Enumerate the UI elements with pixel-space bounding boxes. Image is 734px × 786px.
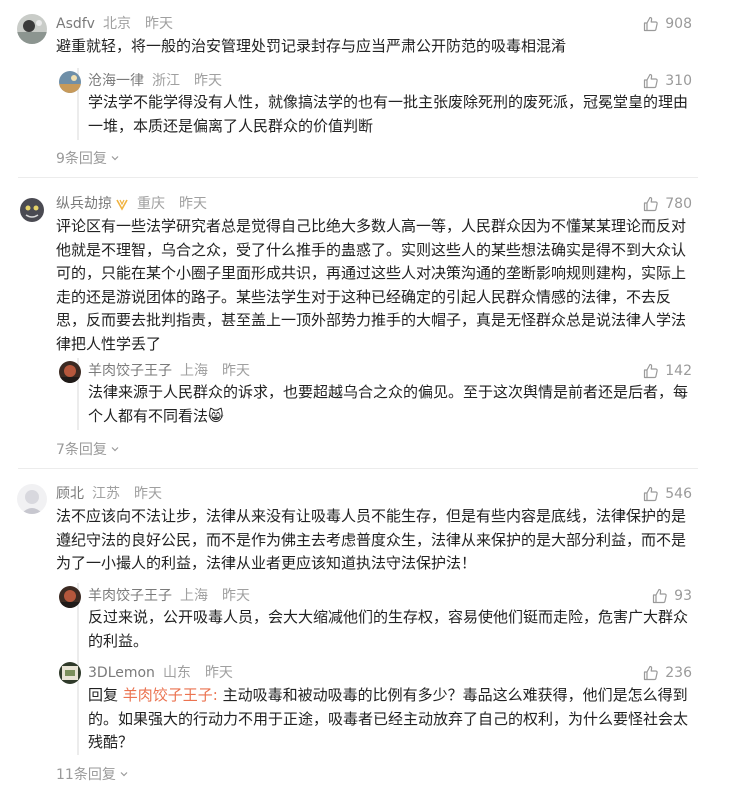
divider [18, 177, 698, 178]
avatar-image [17, 484, 47, 514]
avatar[interactable] [59, 71, 81, 93]
view-replies-link[interactable]: 9条回复 [56, 148, 120, 168]
comments-panel: Asdfv 北京 昨天 908 避重就轻，将一般的治安管理处罚记录封存与应当严肃… [0, 0, 734, 786]
username[interactable]: 沧海一律 [88, 72, 144, 90]
comment-meta: 顾北 江苏 昨天 [56, 485, 162, 503]
avatar-image [59, 586, 81, 608]
reply-meta: 羊肉饺子王子 上海 昨天 [88, 587, 250, 605]
mention-link[interactable]: 羊肉饺子王子: [123, 686, 218, 704]
username[interactable]: 3DLemon [88, 664, 155, 682]
timestamp: 昨天 [222, 363, 250, 379]
thumbs-up-icon [644, 486, 659, 502]
like-button[interactable]: 93 [652, 587, 692, 605]
like-count: 546 [665, 486, 692, 502]
location: 北京 [102, 16, 131, 32]
username[interactable]: 羊肉饺子王子 [88, 362, 172, 380]
reply-count: 9条回复 [56, 151, 107, 167]
thumbs-up-icon [644, 73, 659, 89]
like-count: 142 [665, 363, 692, 379]
like-count: 908 [665, 16, 692, 32]
divider [18, 468, 698, 469]
view-replies-link[interactable]: 7条回复 [56, 439, 120, 459]
thumbs-up-icon [653, 588, 667, 604]
avatar[interactable] [17, 484, 47, 514]
avatar-image [59, 662, 81, 684]
username[interactable]: 纵兵劫掠 [56, 195, 112, 213]
avatar[interactable] [17, 194, 47, 224]
avatar[interactable] [59, 586, 81, 608]
like-button[interactable]: 310 [643, 72, 692, 90]
reply-text: 回复 羊肉饺子王子: 主动吸毒和被动吸毒的比例有多少？毒品这么难获得，他们是怎么… [88, 684, 698, 755]
thumbs-up-icon [644, 16, 659, 32]
avatar-image [59, 361, 81, 383]
comment-text: 评论区有一些法学研究者总是觉得自己比绝大多数人高一等，人民群众因为不懂某某理论而… [56, 217, 687, 353]
avatar[interactable] [59, 662, 81, 684]
timestamp: 昨天 [134, 486, 162, 502]
view-replies-link[interactable]: 11条回复 [56, 764, 129, 784]
chevron-down-icon [111, 447, 119, 452]
avatar-image [17, 14, 47, 44]
comment-meta: Asdfv 北京 昨天 [56, 15, 173, 33]
username[interactable]: 羊肉饺子王子 [88, 587, 172, 605]
reply-meta: 3DLemon 山东 昨天 [88, 664, 233, 682]
avatar[interactable] [17, 14, 47, 44]
timestamp: 昨天 [222, 588, 250, 604]
like-count: 93 [674, 588, 692, 604]
username[interactable]: 顾北 [56, 485, 84, 503]
avatar[interactable] [59, 361, 81, 383]
location: 上海 [180, 363, 208, 379]
location: 浙江 [152, 73, 180, 89]
like-button[interactable]: 142 [643, 362, 692, 380]
reply-count: 11条回复 [56, 767, 116, 783]
reply-prefix: 回复 [88, 686, 123, 704]
thumbs-up-icon [644, 665, 659, 681]
reply-text: 法律来源于人民群众的诉求，也要超越乌合之众的偏见。至于这次舆情是前者还是后者，每… [88, 383, 689, 425]
timestamp: 昨天 [194, 73, 222, 89]
timestamp: 昨天 [179, 196, 207, 212]
reply-meta: 沧海一律 浙江 昨天 [88, 72, 222, 90]
reply-count: 7条回复 [56, 442, 107, 458]
avatar-image [17, 194, 47, 224]
like-button[interactable]: 236 [643, 664, 692, 682]
like-button[interactable]: 546 [643, 485, 692, 503]
comment-meta: 纵兵劫掠 重庆 昨天 [56, 195, 207, 213]
location: 山东 [162, 665, 191, 681]
avatar-image [59, 71, 81, 93]
comment-text: 避重就轻，将一般的治安管理处罚记录封存与应当严肃公开防范的吸毒相混淆 [56, 37, 567, 55]
thumbs-up-icon [644, 363, 659, 379]
timestamp: 昨天 [204, 665, 233, 681]
like-count: 310 [665, 73, 692, 89]
reply-text: 学法学不能学得没有人性，就像搞法学的也有一批主张废除死刑的废死派，冠冕堂皇的理由… [88, 93, 689, 135]
reply-meta: 羊肉饺子王子 上海 昨天 [88, 362, 250, 380]
chevron-down-icon [111, 156, 119, 161]
location: 上海 [180, 588, 208, 604]
like-button[interactable]: 908 [643, 15, 692, 33]
timestamp: 昨天 [144, 16, 173, 32]
reply-text: 反过来说，公开吸毒人员，会大大缩减他们的生存权，容易使他们铤而走险，危害广大群众… [88, 608, 689, 650]
like-count: 780 [665, 196, 692, 212]
location: 江苏 [92, 486, 120, 502]
vip-badge-icon [116, 199, 128, 211]
chevron-down-icon [120, 772, 128, 777]
thumbs-up-icon [644, 196, 659, 212]
like-button[interactable]: 780 [643, 195, 692, 213]
comment-text: 法不应该向不法让步，法律从来没有让吸毒人员不能生存，但是有些内容是底线，法律保护… [56, 507, 687, 572]
location: 重庆 [137, 196, 165, 212]
username[interactable]: Asdfv [56, 15, 95, 33]
like-count: 236 [665, 665, 692, 681]
